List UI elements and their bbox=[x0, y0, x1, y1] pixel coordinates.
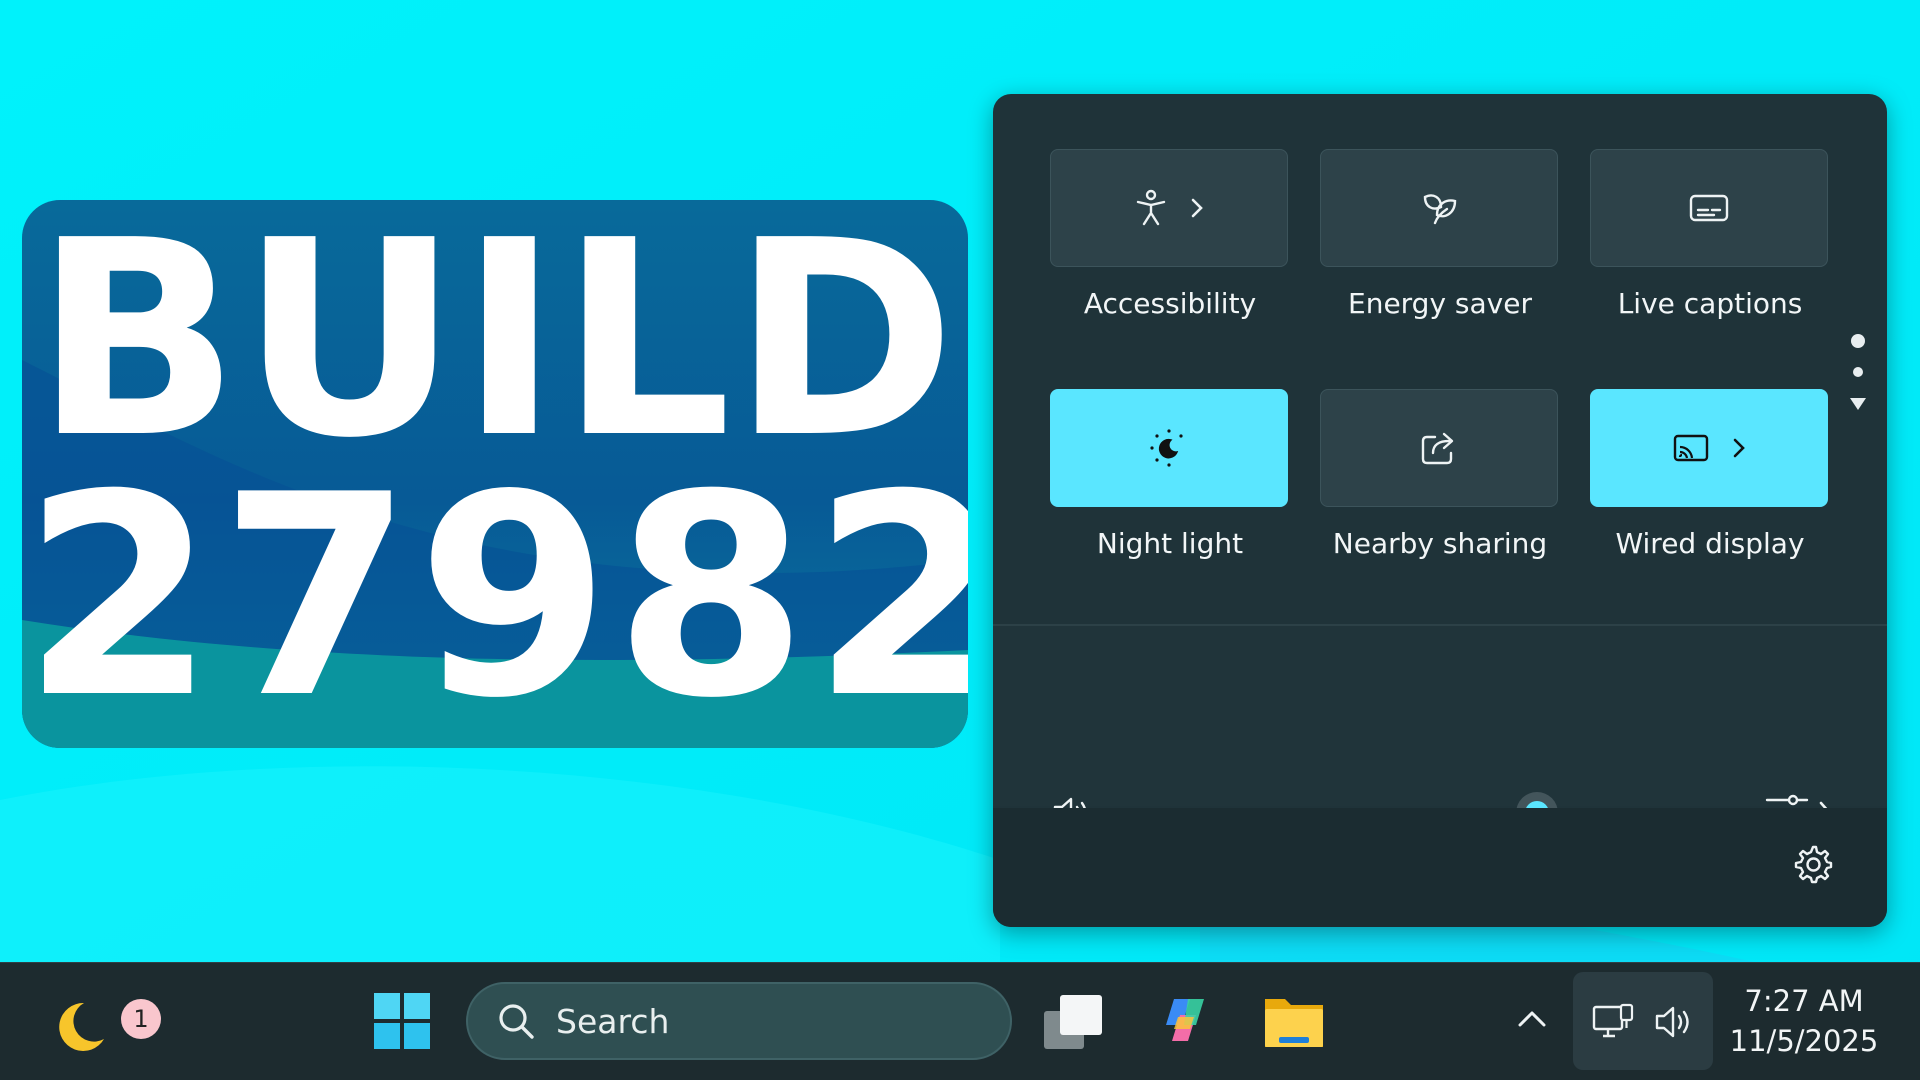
quick-settings-tiles: Accessibility Energy saver Live captions… bbox=[1050, 149, 1830, 579]
clock-time: 7:27 AM bbox=[1744, 984, 1864, 1018]
search-icon bbox=[499, 1004, 534, 1039]
chevron-right-icon[interactable] bbox=[1732, 437, 1746, 459]
chevron-up-icon[interactable] bbox=[1516, 1007, 1548, 1029]
page-down-arrow-icon[interactable] bbox=[1848, 396, 1868, 412]
page-dot-active[interactable] bbox=[1851, 334, 1865, 348]
chevron-right-icon[interactable] bbox=[1190, 197, 1204, 219]
energy-saver-button[interactable] bbox=[1320, 149, 1558, 267]
task-view-icon[interactable] bbox=[1042, 993, 1106, 1051]
speaker-icon bbox=[1655, 1006, 1689, 1038]
build-title-card: BUILD 27982 bbox=[22, 200, 968, 748]
copilot-icon[interactable] bbox=[1160, 995, 1210, 1045]
build-label: BUILD bbox=[34, 200, 956, 497]
energy-saver-leaf-icon bbox=[1423, 194, 1457, 225]
clock-date: 11/5/2025 bbox=[1729, 1024, 1879, 1058]
tile-label-energy-saver: Energy saver bbox=[1348, 287, 1532, 320]
tile-label-wired-display: Wired display bbox=[1615, 527, 1805, 560]
build-number: 27982 bbox=[22, 435, 968, 748]
weather-widget-button[interactable]: 1 bbox=[44, 983, 161, 1063]
page-dot[interactable] bbox=[1853, 367, 1863, 377]
quick-settings-footer bbox=[993, 808, 1887, 927]
moon-weather-icon bbox=[59, 1002, 104, 1051]
accessibility-icon bbox=[1136, 189, 1166, 226]
page-indicator bbox=[1846, 334, 1870, 434]
search-label: Search bbox=[556, 1001, 670, 1041]
network-volume-tray-button[interactable] bbox=[1573, 972, 1713, 1070]
night-light-icon bbox=[1150, 429, 1183, 467]
wired-display-cast-icon bbox=[1673, 434, 1709, 462]
nearby-sharing-button[interactable] bbox=[1320, 389, 1558, 507]
tile-accessibility: Accessibility bbox=[1050, 149, 1290, 320]
tile-label-live-captions: Live captions bbox=[1617, 287, 1803, 320]
accessibility-button[interactable] bbox=[1050, 149, 1288, 267]
volume-section bbox=[993, 626, 1887, 834]
tile-wired-display: Wired display bbox=[1590, 389, 1830, 560]
night-light-button[interactable] bbox=[1050, 389, 1288, 507]
wired-network-icon bbox=[1592, 1003, 1634, 1038]
live-captions-icon bbox=[1689, 194, 1729, 222]
tile-label-night-light: Night light bbox=[1096, 527, 1244, 560]
windows-start-icon[interactable] bbox=[372, 991, 432, 1051]
tile-label-nearby-sharing: Nearby sharing bbox=[1332, 527, 1548, 560]
tile-label-accessibility: Accessibility bbox=[1083, 287, 1257, 320]
taskbar-search-box[interactable]: Search bbox=[466, 982, 1012, 1060]
wired-display-button[interactable] bbox=[1590, 389, 1828, 507]
taskbar: 1 Search 7:27 AM 11/5/2025 bbox=[0, 962, 1920, 1080]
notification-badge: 1 bbox=[121, 999, 161, 1039]
tile-live-captions: Live captions bbox=[1590, 149, 1830, 320]
tile-nearby-sharing: Nearby sharing bbox=[1320, 389, 1560, 560]
nearby-sharing-icon bbox=[1421, 432, 1454, 465]
file-explorer-icon[interactable] bbox=[1263, 993, 1325, 1049]
tile-energy-saver: Energy saver bbox=[1320, 149, 1560, 320]
live-captions-button[interactable] bbox=[1590, 149, 1828, 267]
gear-icon[interactable] bbox=[1793, 844, 1833, 884]
clock-button[interactable]: 7:27 AM 11/5/2025 bbox=[1728, 981, 1880, 1061]
tile-night-light: Night light bbox=[1050, 389, 1290, 560]
quick-settings-panel: Accessibility Energy saver Live captions… bbox=[993, 94, 1887, 927]
